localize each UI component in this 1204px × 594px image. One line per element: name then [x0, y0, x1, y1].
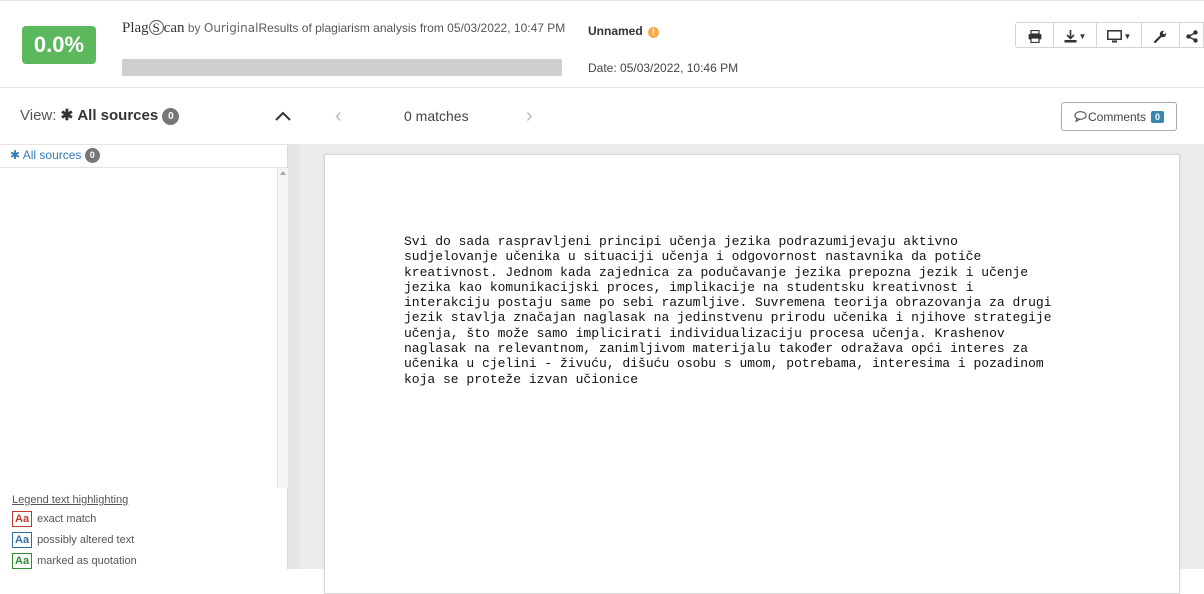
report-header: 0.0% Plag Scan by OuriginalResults of pla… — [0, 0, 1204, 88]
legend-sample: Aa — [12, 510, 33, 527]
monitor-icon — [1106, 29, 1122, 42]
sources-sidebar: ✱ All sources 0 Legend text highlighting… — [0, 144, 288, 569]
chevron-down-icon: ▼ — [1078, 31, 1087, 41]
document-date: Date: 05/03/2022, 10:46 PM — [588, 61, 739, 75]
legend-item: Aa possibly altered text — [12, 530, 277, 549]
view-value: All sources — [77, 107, 159, 124]
legend-item: Aa exact match — [12, 509, 277, 528]
legend-sample: Aa — [12, 552, 33, 569]
download-icon — [1064, 29, 1077, 42]
wrench-icon — [1154, 30, 1167, 43]
legend-label: marked as quotation — [37, 554, 137, 567]
download-button[interactable]: ▼ — [1054, 23, 1097, 47]
text-line: naglasak na relevantnom, zanimljivom mat… — [404, 341, 1029, 357]
asterisk-icon: ✱ — [60, 107, 74, 124]
similarity-score-badge: 0.0% — [22, 26, 96, 64]
text-line: jezika kao komunikacijski proces, implik… — [404, 279, 974, 295]
report-title: Plag Scan by OuriginalResults of plagiari… — [122, 20, 572, 36]
brand-by-text: by — [187, 21, 201, 35]
document-page: Svi do sada raspravljeni principi učenja… — [324, 154, 1180, 594]
sidebar-item-label: All sources — [22, 148, 82, 162]
chevron-down-icon: ▼ — [1123, 31, 1132, 41]
source-view-selector[interactable]: View: ✱ All sources 0 — [20, 106, 180, 125]
document-name-text: Unnamed — [588, 24, 643, 38]
text-line: interakciju postaju same po sebi razumlj… — [404, 295, 1052, 311]
info-icon[interactable]: ! — [648, 27, 660, 38]
text-line: Svi do sada raspravljeni principi učenja… — [404, 234, 958, 249]
brand-logo: Plag Scan — [122, 20, 185, 36]
share-button[interactable] — [1180, 23, 1204, 47]
highlight-legend: Legend text highlighting Aa exact match … — [12, 494, 277, 572]
brand-logo-s: S — [148, 20, 164, 35]
report-toolbar: ▼ ▼ — [1015, 22, 1204, 48]
document-text: Svi do sada raspravljeni principi učenja… — [404, 234, 1144, 387]
document-pane: Svi do sada raspravljeni principi učenja… — [300, 144, 1204, 594]
legend-label: possibly altered text — [37, 533, 135, 546]
legend-sample: Aa — [12, 531, 33, 548]
text-line: jezik stavlja značajan naglasak na jedin… — [404, 310, 1052, 326]
source-count-badge: 0 — [84, 148, 100, 163]
previous-match-button[interactable]: ‹ — [335, 105, 342, 128]
text-line: kreativnost. Jednom kada zajednica za po… — [404, 264, 1029, 280]
display-button[interactable]: ▼ — [1097, 23, 1142, 47]
source-count-badge: 0 — [162, 108, 180, 125]
legend-label: exact match — [37, 512, 97, 525]
comment-icon — [1074, 111, 1087, 122]
splitter-handle[interactable] — [288, 144, 300, 569]
similarity-progress-bar — [122, 59, 562, 76]
scroll-up-icon[interactable] — [280, 171, 286, 175]
legend-item: Aa marked as quotation — [12, 551, 277, 570]
next-match-button[interactable]: › — [526, 105, 533, 128]
share-icon — [1185, 29, 1198, 43]
settings-button[interactable] — [1142, 23, 1180, 47]
brand-ouriginal: Ouriginal — [203, 21, 259, 35]
results-text: Results of plagiarism analysis from 05/0… — [258, 21, 566, 35]
document-name: Unnamed ! — [588, 24, 660, 38]
sidebar-scrollbar[interactable] — [277, 168, 288, 488]
asterisk-icon: ✱ — [10, 148, 21, 162]
comments-label: Comments — [1087, 109, 1146, 124]
view-bar: View: ✱ All sources 0 ‹ 0 matches › Comm… — [0, 89, 1204, 144]
comments-count-badge: 0 — [1151, 110, 1165, 123]
legend-title[interactable]: Legend text highlighting — [12, 494, 277, 506]
print-button[interactable] — [1016, 23, 1054, 47]
chevron-up-icon — [275, 111, 291, 121]
text-line: sudjelovanje učenika u situaciji učenja … — [404, 249, 982, 265]
text-line: koja se proteže izvan učionice — [404, 371, 639, 387]
text-line: učenika u cjelini - živuću, dišuću osobu… — [404, 356, 1044, 372]
print-icon — [1028, 29, 1041, 43]
text-line: učenja, što može samo implicirati indivi… — [404, 325, 1005, 341]
comments-button[interactable]: Comments 0 — [1061, 102, 1177, 131]
collapse-button[interactable] — [274, 109, 292, 123]
matches-count: 0 matches — [404, 108, 469, 124]
sidebar-item-all-sources[interactable]: ✱ All sources 0 — [0, 145, 287, 168]
view-prefix: View: — [20, 107, 57, 124]
